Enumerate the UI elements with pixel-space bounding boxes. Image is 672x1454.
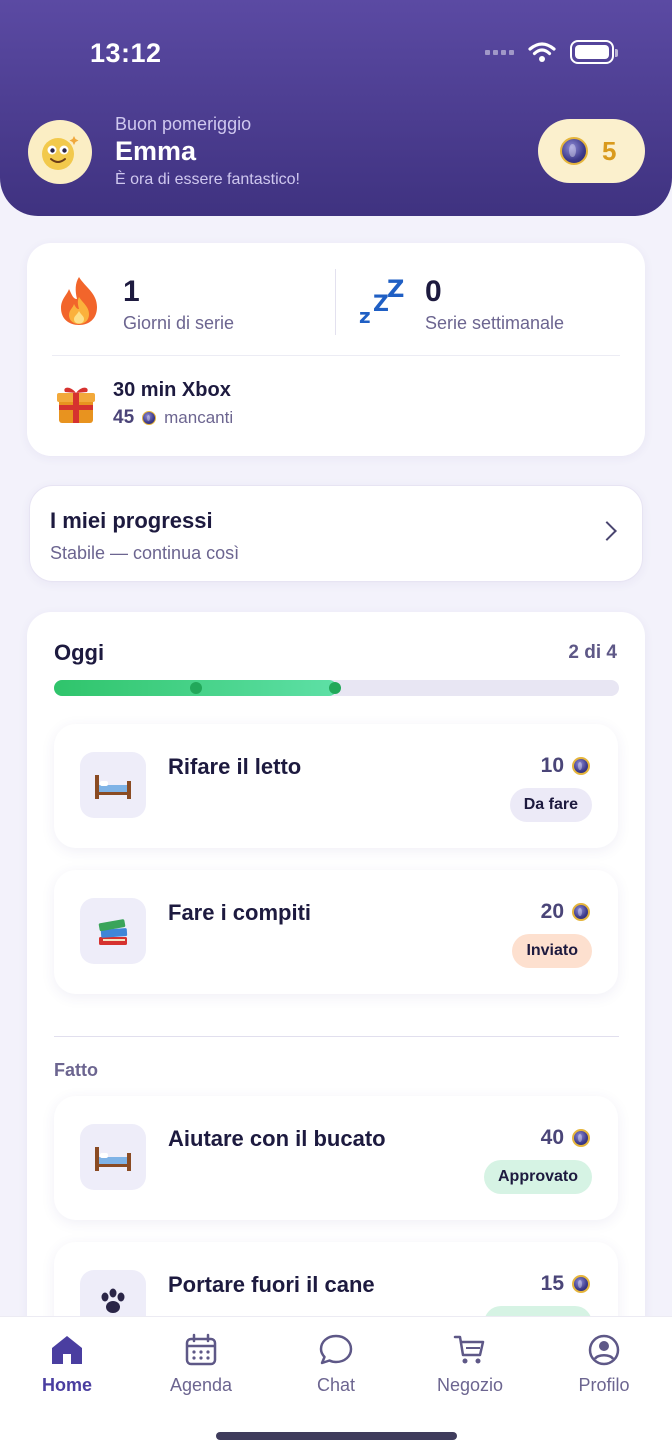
calendar-icon — [185, 1333, 217, 1366]
home-indicator — [216, 1432, 457, 1440]
tab-agenda[interactable]: Agenda — [146, 1333, 256, 1396]
daily-streak: 1 Giorni di serie — [57, 275, 234, 334]
progress-marker — [329, 682, 341, 694]
coin-icon — [142, 411, 157, 425]
daily-streak-label: Giorni di serie — [123, 313, 235, 333]
today-progress-bar — [54, 680, 619, 696]
task-points: 40 — [540, 1126, 564, 1149]
tab-label: Profilo — [578, 1375, 630, 1395]
coin-icon — [560, 137, 588, 165]
task-card[interactable]: Aiutare con il bucato 40 Approvato — [54, 1096, 618, 1220]
task-card[interactable]: Rifare il letto 10 Da fare — [54, 724, 618, 848]
greeting-text: Buon pomeriggio — [115, 114, 252, 134]
tab-label: Negozio — [436, 1375, 504, 1395]
avatar[interactable] — [28, 120, 92, 184]
reward-title: 30 min Xbox — [113, 379, 231, 401]
streak-card: 1 Giorni di serie z Z Z 0 Serie settiman… — [27, 243, 645, 456]
progress-marker — [190, 682, 202, 694]
task-points: 20 — [540, 900, 564, 923]
chevron-right-icon — [597, 521, 617, 541]
progress-title: I miei progressi — [50, 508, 213, 533]
next-reward[interactable]: 30 min Xbox 45 mancanti — [55, 379, 233, 429]
gift-icon — [57, 387, 95, 423]
greeting-subtitle: È ora di essere fantastico! — [115, 171, 300, 188]
divider — [335, 269, 336, 335]
fire-icon — [61, 277, 97, 325]
user-name: Emma — [115, 136, 197, 166]
battery-icon — [570, 40, 618, 64]
weekly-streak: z Z Z 0 Serie settimanale — [357, 275, 564, 334]
zzz-icon: z Z Z — [359, 275, 404, 327]
tab-label: Chat — [316, 1375, 356, 1395]
task-name: Portare fuori il cane — [168, 1272, 375, 1297]
task-name: Fare i compiti — [168, 900, 312, 925]
divider — [52, 355, 620, 356]
coin-icon — [572, 757, 590, 775]
weekly-streak-value: 0 — [425, 275, 442, 308]
task-name: Rifare il letto — [168, 754, 302, 779]
tab-label: Agenda — [169, 1375, 233, 1395]
tab-negozio[interactable]: Negozio — [415, 1333, 525, 1396]
done-section-label: Fatto — [54, 1060, 98, 1080]
today-card: Oggi 2 di 4 Rifare il letto 10 Da fare F… — [27, 612, 645, 1372]
reward-remaining: 45 — [113, 407, 135, 428]
header: 13:12 Buon pomeriggio Emma È ora di esse… — [0, 0, 672, 216]
progress-subtitle: Stabile — continua così — [50, 543, 240, 563]
task-name: Aiutare con il bucato — [168, 1126, 386, 1151]
smiley-icon — [42, 136, 79, 170]
coin-balance-button[interactable]: 5 — [538, 119, 645, 183]
my-progress-button[interactable]: I miei progressi Stabile — continua così — [29, 485, 643, 582]
chat-icon — [319, 1334, 353, 1365]
task-card[interactable]: Fare i compiti 20 Inviato — [54, 870, 618, 994]
home-icon — [52, 1336, 82, 1364]
status-badge: Da fare — [509, 788, 592, 822]
daily-streak-value: 1 — [123, 275, 140, 308]
bed-icon — [80, 1124, 146, 1190]
coin-icon — [572, 1275, 590, 1293]
weekly-streak-label: Serie settimanale — [425, 313, 565, 333]
task-points: 10 — [540, 754, 564, 777]
status-badge: Approvato — [484, 1160, 592, 1194]
svg-text:Z: Z — [387, 275, 404, 303]
today-count: 2 di 4 — [568, 642, 617, 663]
status-icons — [485, 40, 618, 64]
profile-icon — [588, 1334, 620, 1366]
divider — [54, 1036, 619, 1037]
task-points: 15 — [540, 1272, 564, 1295]
books-icon — [80, 898, 146, 964]
tab-chat[interactable]: Chat — [281, 1333, 391, 1396]
today-title: Oggi — [54, 640, 105, 665]
wifi-icon — [528, 42, 556, 62]
tab-home[interactable]: Home — [12, 1333, 122, 1396]
coin-icon — [572, 903, 590, 921]
cellular-signal-icon — [485, 49, 514, 55]
reward-remaining-label: mancanti — [164, 408, 234, 427]
coin-balance: 5 — [602, 135, 617, 166]
coin-icon — [572, 1129, 590, 1147]
bed-icon — [80, 752, 146, 818]
tab-profilo[interactable]: Profilo — [549, 1333, 659, 1396]
status-badge: Inviato — [512, 934, 592, 968]
cart-icon — [453, 1335, 485, 1364]
svg-text:z: z — [359, 304, 371, 327]
tab-label: Home — [41, 1375, 92, 1395]
status-time: 13:12 — [90, 38, 162, 68]
